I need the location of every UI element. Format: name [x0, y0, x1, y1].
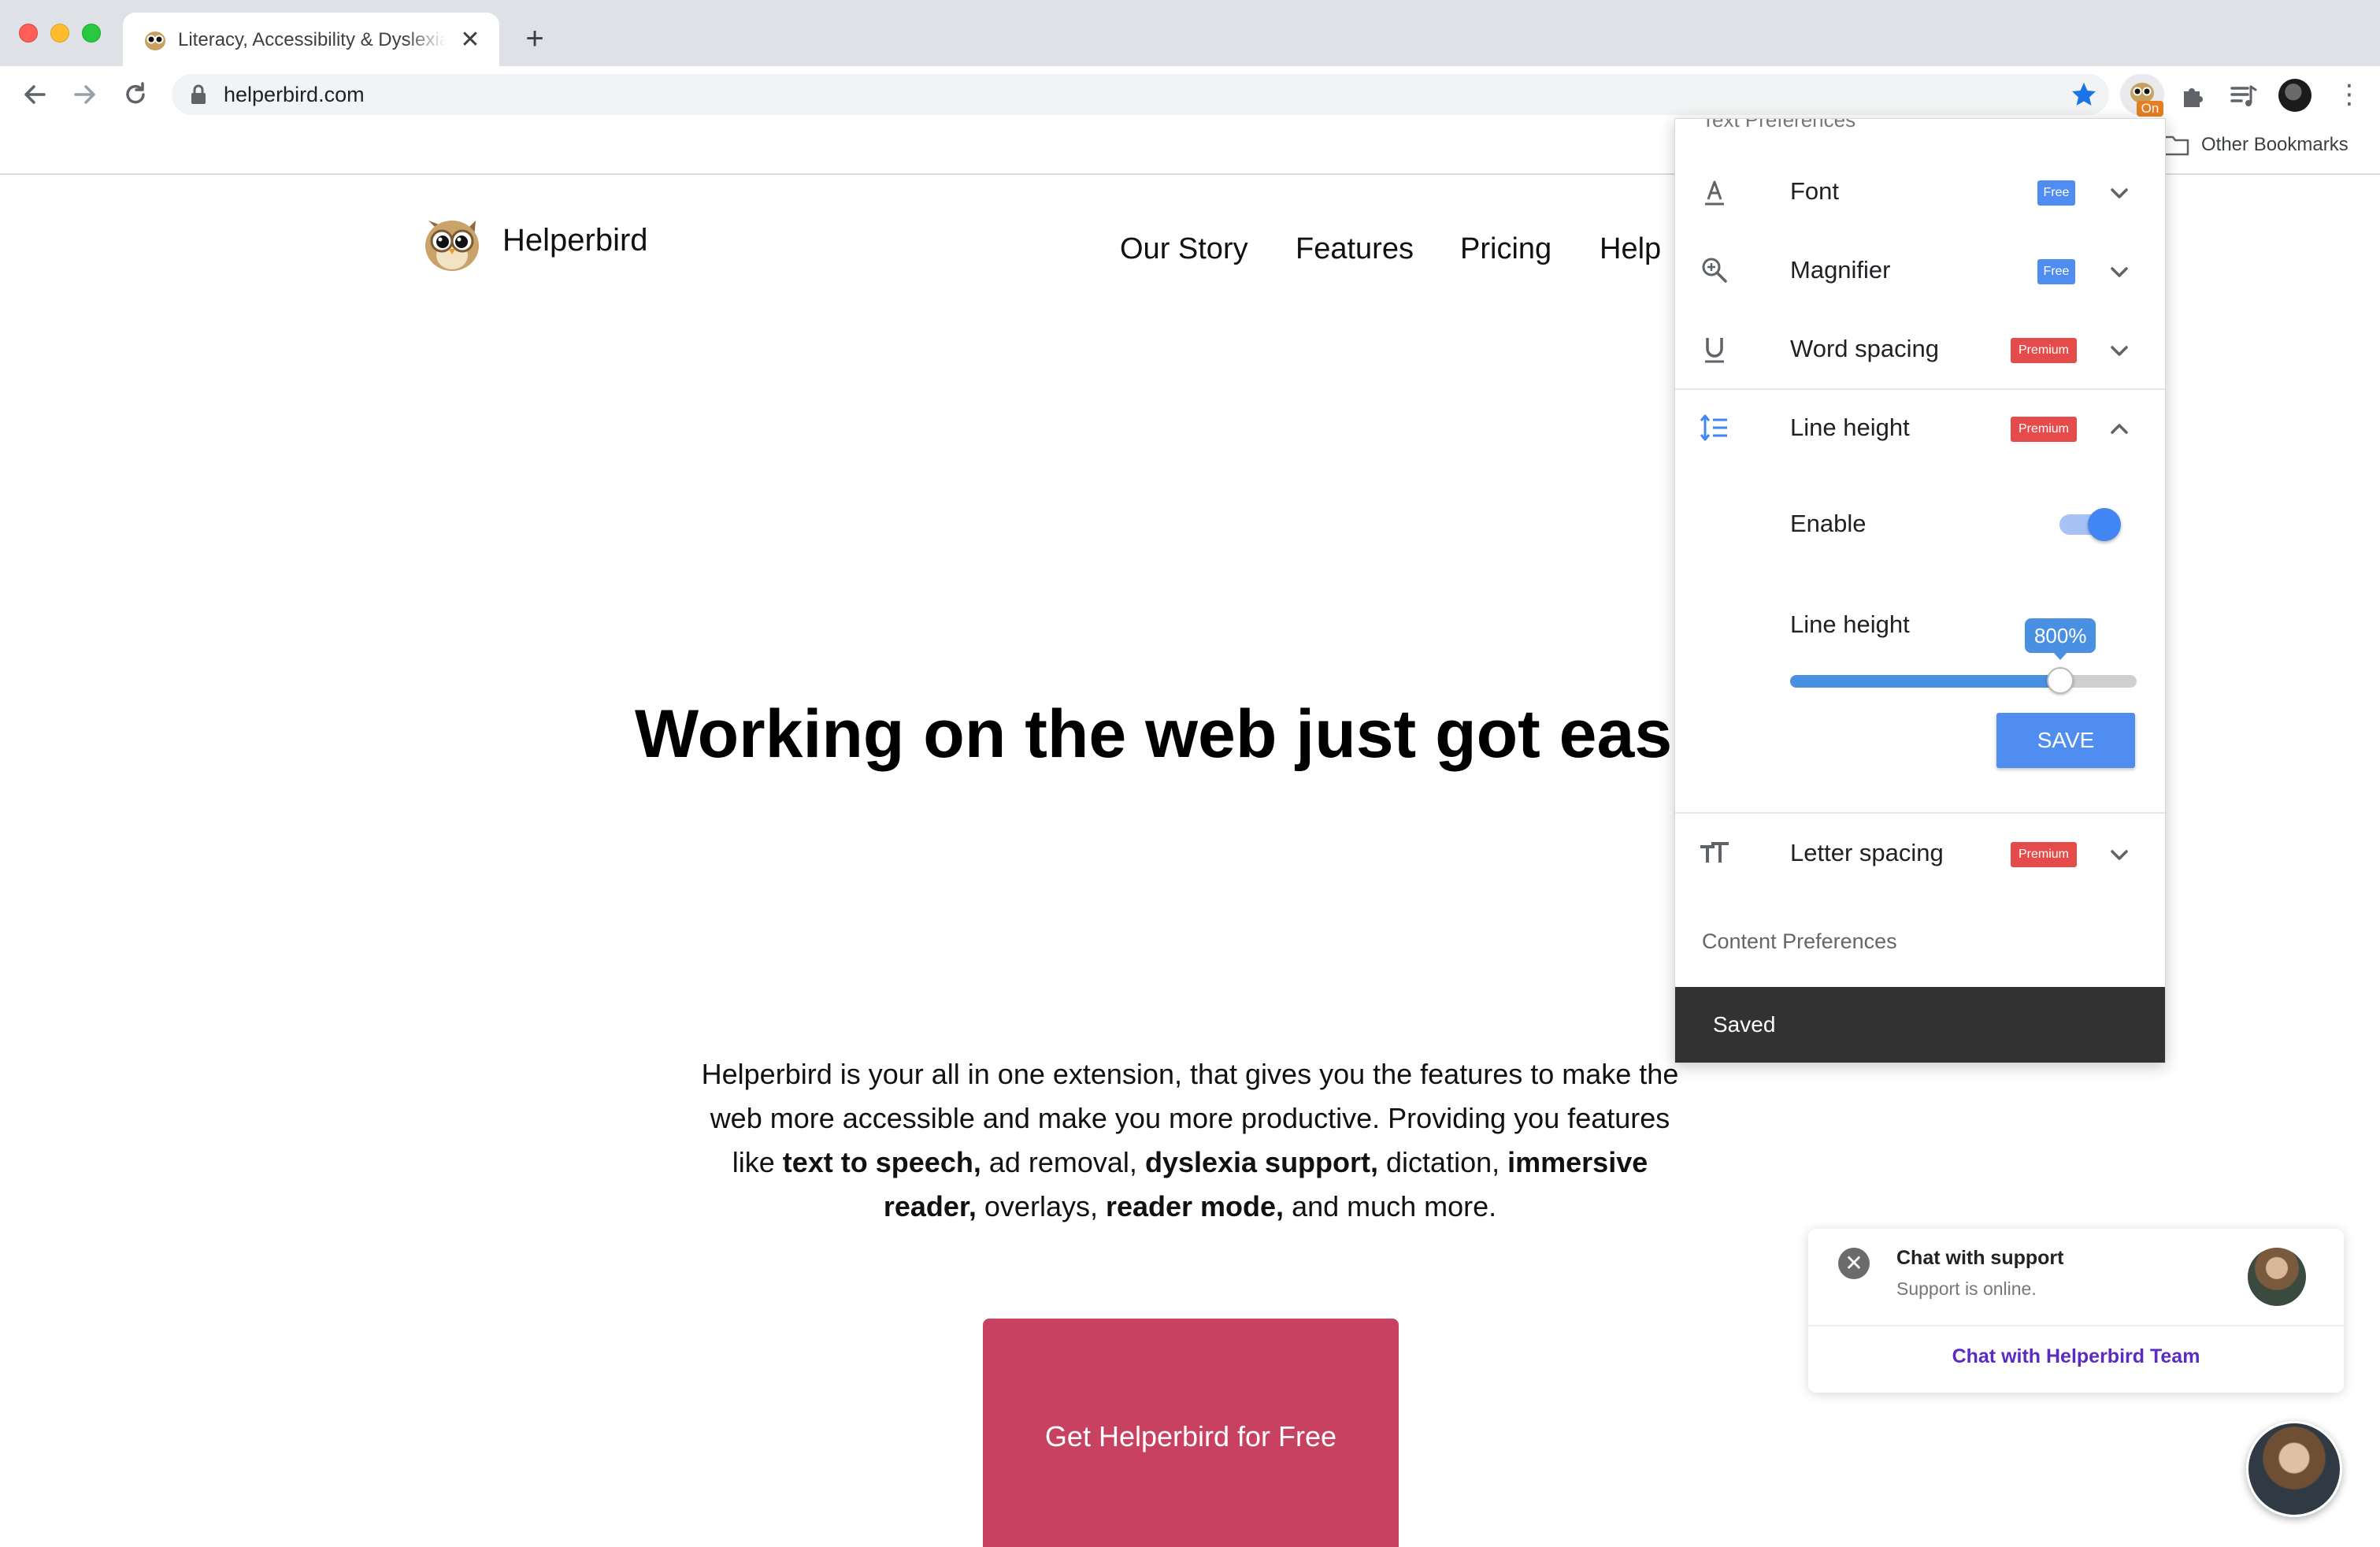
row-letter-spacing-label: Letter spacing: [1790, 839, 1944, 866]
cta-label: Get Helperbird for Free: [1044, 1420, 1337, 1452]
active-tab[interactable]: Literacy, Accessibility & Dyslexia Suppo…: [123, 13, 499, 66]
chevron-down-icon[interactable]: [2107, 338, 2132, 363]
chevron-down-icon[interactable]: [2107, 180, 2132, 206]
tab-strip: Literacy, Accessibility & Dyslexia Suppo…: [0, 0, 2380, 66]
line-height-icon: [1700, 414, 1727, 441]
nav-features[interactable]: Features: [1296, 230, 1414, 268]
row-line-height-label: Line height: [1790, 414, 1910, 441]
premium-badge: Premium: [2011, 842, 2077, 867]
tab-close-icon[interactable]: ✕: [457, 27, 484, 54]
window-minimize-button[interactable]: [50, 24, 69, 43]
brand-name[interactable]: Helperbird: [502, 221, 648, 260]
row-word-spacing-label: Word spacing: [1790, 335, 1939, 362]
row-font[interactable]: Font Free: [1675, 152, 2165, 231]
chat-launcher-avatar[interactable]: [2246, 1421, 2342, 1517]
helperbird-popup: Text Preferences Font Free Magnifier Fre…: [1674, 118, 2166, 1063]
browser-toolbar: helperbird.com On ⋮: [0, 66, 2380, 123]
save-button[interactable]: SAVE: [1996, 713, 2135, 768]
content-preferences-heading: Content Preferences: [1702, 929, 1897, 953]
row-font-label: Font: [1790, 177, 1840, 205]
chat-title: Chat with support: [1896, 1247, 2064, 1269]
reading-list-icon[interactable]: [2227, 80, 2259, 112]
forward-button[interactable]: [68, 77, 102, 112]
line-height-slider-label: Line height: [1790, 610, 1910, 638]
nav-help[interactable]: Help: [1600, 230, 1661, 268]
snackbar-text: Saved: [1713, 1012, 1776, 1037]
profile-avatar[interactable]: [2278, 79, 2311, 112]
url-text: helperbird.com: [224, 83, 365, 106]
premium-badge: Premium: [2011, 338, 2077, 363]
tab-title: Literacy, Accessibility & Dyslexia Suppo…: [178, 29, 446, 50]
helperbird-owl-logo[interactable]: [417, 206, 487, 276]
letter-spacing-icon: [1700, 842, 1729, 863]
chat-support-card: ✕ Chat with support Support is online. C…: [1808, 1229, 2344, 1393]
new-tab-button[interactable]: +: [517, 20, 553, 57]
row-letter-spacing[interactable]: Letter spacing Premium: [1675, 814, 2165, 892]
premium-badge: Premium: [2011, 417, 2077, 442]
chevron-down-icon[interactable]: [2107, 842, 2132, 867]
chevron-down-icon[interactable]: [2107, 259, 2132, 284]
bookmark-star-icon[interactable]: [2070, 80, 2098, 109]
chevron-up-icon[interactable]: [2107, 417, 2132, 442]
free-badge: Free: [2037, 259, 2075, 284]
row-magnifier-label: Magnifier: [1790, 256, 1891, 284]
chat-with-team-link[interactable]: Chat with Helperbird Team: [1808, 1342, 2344, 1371]
enable-label: Enable: [1790, 510, 1867, 537]
window-zoom-button[interactable]: [82, 24, 101, 43]
row-line-height[interactable]: Line height Premium: [1675, 388, 2165, 467]
hero-description: Helperbird is your all in one extension,…: [701, 1058, 1679, 1222]
nav-pricing[interactable]: Pricing: [1460, 230, 1551, 268]
lock-icon: [191, 84, 206, 104]
row-magnifier[interactable]: Magnifier Free: [1675, 231, 2165, 310]
divider: [1808, 1325, 2344, 1326]
slider-thumb[interactable]: [2047, 667, 2074, 694]
font-icon: [1705, 180, 1724, 206]
reload-icon: [126, 82, 145, 104]
reload-button[interactable]: [118, 77, 153, 112]
other-bookmarks-link[interactable]: Other Bookmarks: [2201, 131, 2348, 159]
back-button[interactable]: [17, 77, 52, 112]
nav-our-story[interactable]: Our Story: [1120, 230, 1248, 268]
owl-favicon-icon: [145, 32, 165, 50]
text-preferences-heading: Text Preferences: [1702, 118, 1856, 132]
enable-toggle-knob[interactable]: [2088, 508, 2121, 541]
magnifier-icon: [1702, 258, 1727, 283]
extension-on-badge: On: [2137, 101, 2163, 117]
browser-menu-icon[interactable]: ⋮: [2336, 77, 2363, 112]
get-helperbird-button[interactable]: Get Helperbird for Free: [983, 1319, 1399, 1547]
slider-value-bubble: 800%: [2025, 618, 2096, 660]
word-spacing-icon: [1705, 338, 1724, 363]
hero-heading: Working on the web just got easier: [635, 696, 1755, 772]
saved-snackbar: Saved: [1675, 987, 2165, 1063]
chat-status: Support is online.: [1896, 1278, 2037, 1299]
window-close-button[interactable]: [19, 24, 38, 43]
puzzle-extensions-icon[interactable]: [2178, 80, 2209, 112]
back-arrow-icon: [24, 85, 46, 104]
row-word-spacing[interactable]: Word spacing Premium: [1675, 310, 2165, 388]
address-bar[interactable]: helperbird.com: [172, 74, 2109, 115]
close-icon[interactable]: ✕: [1838, 1248, 1870, 1279]
free-badge: Free: [2037, 180, 2075, 206]
folder-icon: [2163, 135, 2189, 156]
support-agent-avatar: [2248, 1248, 2306, 1306]
slider-fill: [1790, 675, 2061, 688]
forward-arrow-icon: [74, 85, 95, 104]
